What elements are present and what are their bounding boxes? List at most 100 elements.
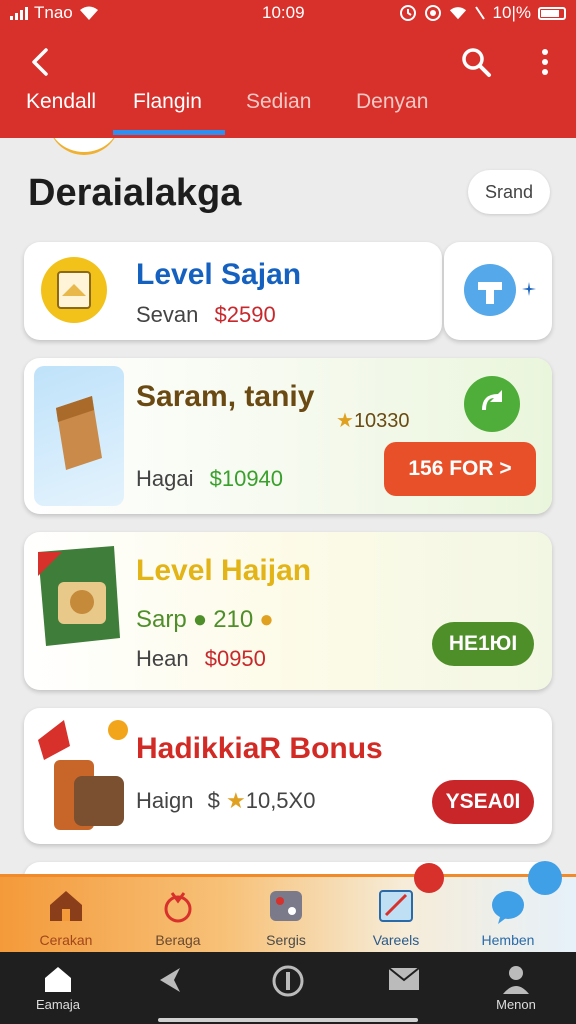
tool-icon <box>464 264 516 316</box>
nav-item-hemben[interactable]: Hemben <box>458 887 558 948</box>
level-card-3[interactable]: Level Haijan Sarp ● 210 ● Hean $0950 НЕ1… <box>24 532 552 690</box>
header-decoration <box>48 138 120 155</box>
carrier-name: Tnao <box>34 3 73 22</box>
nav-label: Cerakan <box>39 932 93 948</box>
search-button[interactable] <box>456 42 496 82</box>
currency-sign: $ <box>207 788 220 813</box>
card-subtitle-row: Sevan $2590 <box>136 302 276 328</box>
coin-icon: ● <box>259 606 274 633</box>
bonus-goods-image <box>38 720 128 830</box>
status-left: Tnao <box>10 3 99 23</box>
chat-icon <box>492 891 524 924</box>
card-price: $2590 <box>214 302 276 327</box>
notification-badge <box>414 863 444 893</box>
system-power-button[interactable] <box>248 964 328 1001</box>
leaf-icon: ● <box>192 606 208 633</box>
level-card-1[interactable]: Level Sajan Sevan $2590 <box>24 242 442 340</box>
system-back-button[interactable] <box>130 964 210 999</box>
services-icon <box>270 891 302 921</box>
card-title: Level Haijan <box>136 554 312 587</box>
card-title: HadikkiaR Bonus <box>136 732 383 765</box>
battery-percent: 10|% <box>492 3 531 22</box>
refresh-icon <box>482 390 502 410</box>
chat-badge <box>528 861 562 895</box>
refresh-badge[interactable] <box>464 376 520 432</box>
back-triangle-icon <box>160 968 180 992</box>
chevron-left-icon <box>32 48 48 76</box>
bottom-nav: Cerakan Beraga Sergis Vareels Hemben <box>0 861 576 955</box>
section-title: Deraialakga <box>28 172 242 214</box>
search-icon <box>462 48 491 77</box>
nav-item-sergis[interactable]: Sergis <box>236 887 336 948</box>
system-profile-button[interactable]: Menon <box>476 964 556 1012</box>
side-card[interactable] <box>444 242 552 340</box>
battery-icon <box>538 6 566 20</box>
bonus-card[interactable]: HadikkiaR Bonus Haign $ ★10,5X0 YSEA0I <box>24 708 552 844</box>
notebook-icon <box>41 257 107 323</box>
system-mail-button[interactable] <box>364 964 444 997</box>
star-icon: ★ <box>225 788 246 813</box>
meta-label: Sarp <box>136 606 187 633</box>
card-subtitle: Hean <box>136 646 189 671</box>
nav-label: Vareels <box>372 932 420 948</box>
status-bar: Tnao 10:09 10|% <box>0 0 576 28</box>
more-button[interactable] <box>530 42 560 82</box>
filter-chip[interactable]: Srand <box>468 170 550 214</box>
envelope-icon <box>388 967 420 990</box>
back-button[interactable] <box>22 42 62 82</box>
card-title: Level Sajan <box>136 258 302 291</box>
signal-icon <box>10 6 28 20</box>
app-bar: Kendall Flangin Sedian Denyan <box>0 28 576 138</box>
tab-indicator <box>113 130 225 135</box>
system-nav-label: Eamaja <box>35 997 81 1012</box>
status-time: 10:09 <box>262 3 305 22</box>
nav-item-vareels[interactable]: Vareels <box>346 887 446 948</box>
action-button[interactable]: НЕ1ЮI <box>432 622 534 666</box>
main-content: Deraialakga Srand Level Sajan Sevan $259… <box>0 138 576 874</box>
wifi-icon <box>79 6 98 20</box>
card-price: $10940 <box>209 466 284 491</box>
food-box-image <box>38 546 120 646</box>
card-subtitle-row: Hean $0950 <box>136 646 266 672</box>
card-subtitle: Hagai <box>136 466 194 491</box>
partial-card[interactable] <box>24 862 552 874</box>
buy-button[interactable]: 156 FOR > <box>384 442 536 496</box>
nav-label: Sergis <box>266 932 306 948</box>
tab-denyan[interactable]: Denyan <box>356 90 428 114</box>
nav-label: Hemben <box>481 932 535 948</box>
more-vert-icon <box>542 49 548 75</box>
level-card-2[interactable]: Saram, taniy ★10330 Hagai $10940 156 FOR… <box>24 358 552 514</box>
status-right: 10|% <box>399 3 566 23</box>
card-price: $0950 <box>204 646 266 671</box>
location-icon <box>424 5 441 21</box>
system-home-button[interactable]: Eamaja <box>18 964 98 1012</box>
package-icon <box>56 396 102 470</box>
card-subtitle: Sevan <box>136 302 199 327</box>
person-icon <box>503 966 529 994</box>
meta-row: Sarp ● 210 ● <box>136 606 274 634</box>
card-title: Saram, taniy <box>136 380 315 413</box>
tab-kendall[interactable]: Kendall <box>26 90 96 114</box>
nav-item-cerakan[interactable]: Cerakan <box>16 887 116 948</box>
tab-flangin[interactable]: Flangin <box>133 90 202 114</box>
food-icon <box>164 892 192 923</box>
meta-value: 210 <box>213 606 254 633</box>
system-nav-bar: Eamaja Menon <box>0 952 576 1024</box>
wifi-icon-right <box>449 7 466 20</box>
tab-sedian[interactable]: Sedian <box>246 90 311 114</box>
system-nav-label: Menon <box>496 997 536 1012</box>
house-icon <box>45 967 71 992</box>
home-icon <box>50 891 82 921</box>
nav-item-beraga[interactable]: Beraga <box>128 887 228 948</box>
star-icon: ★ <box>336 410 354 432</box>
card-rating: 10330 <box>353 410 410 432</box>
bonus-button[interactable]: YSEA0I <box>432 780 534 824</box>
sparkle-icon <box>522 282 536 296</box>
product-image <box>34 366 124 506</box>
card-price: 10,5X0 <box>245 788 316 813</box>
home-indicator[interactable] <box>158 1018 418 1022</box>
nav-label: Beraga <box>155 932 201 948</box>
rating-row: ★10330 <box>336 408 410 433</box>
card-subtitle-row: Haign $ ★10,5X0 <box>136 788 315 814</box>
pencil-icon <box>379 890 413 922</box>
